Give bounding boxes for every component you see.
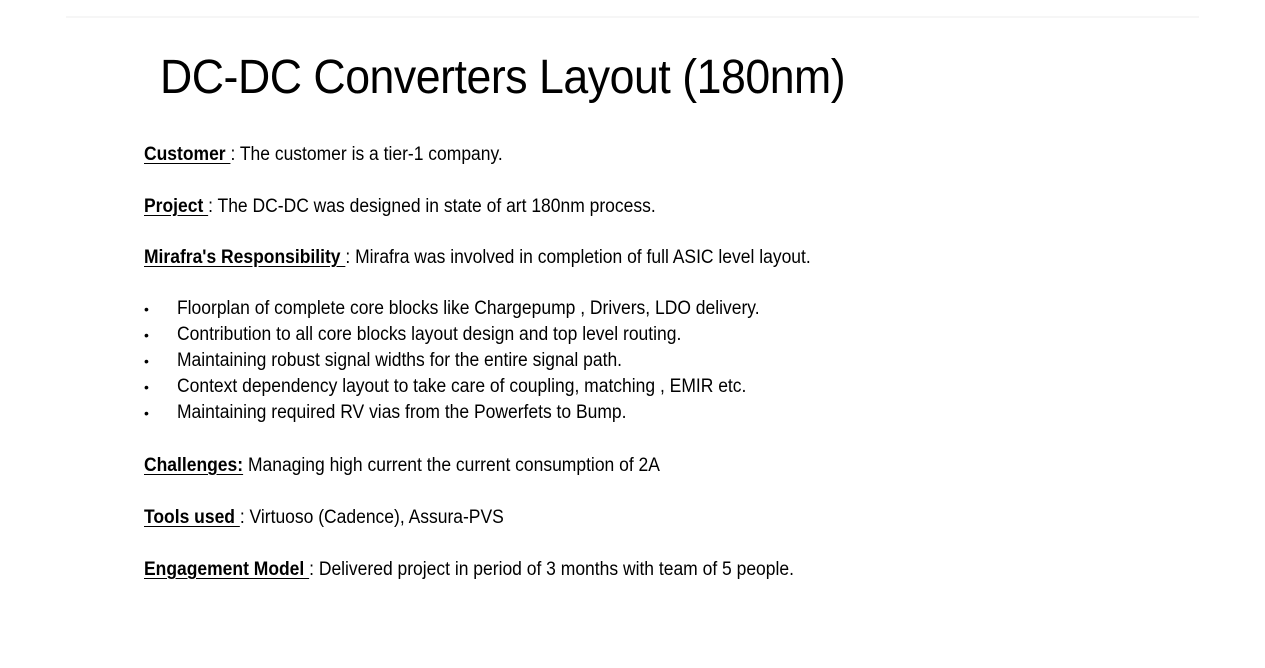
project-text: : The DC-DC was designed in state of art… [208,196,656,217]
engagement-text: : Delivered project in period of 3 month… [309,559,794,580]
bullet-text: Maintaining required RV vias from the Po… [177,402,627,423]
responsibility-text: : Mirafra was involved in completion of … [345,247,811,268]
customer-text: : The customer is a tier-1 company. [230,144,503,165]
tools-text: : Virtuoso (Cadence), Assura-PVS [239,507,504,528]
engagement-label: Engagement Model [144,559,310,580]
challenges-text: Managing high current the current consum… [243,455,660,476]
challenges-label: Challenges: [144,455,244,476]
project-line: Project : The DC-DC was designed in stat… [144,195,656,219]
project-label: Project [144,196,209,217]
bullet-text: Floorplan of complete core blocks like C… [177,298,760,319]
tools-label: Tools used [144,507,240,528]
bullet-text: Context dependency layout to take care o… [177,376,747,397]
customer-label: Customer [144,144,231,165]
top-divider [66,16,1199,18]
slide-title: DC-DC Converters Layout (180nm) [160,51,846,104]
customer-line: Customer : The customer is a tier-1 comp… [144,143,503,167]
bullet-text: Contribution to all core blocks layout d… [177,324,682,345]
tools-line: Tools used : Virtuoso (Cadence), Assura-… [144,506,504,530]
challenges-line: Challenges: Managing high current the cu… [144,454,660,478]
bullet-text: Maintaining robust signal widths for the… [177,350,623,371]
bullet-icon: • [144,327,149,343]
bullet-icon: • [144,301,149,317]
engagement-line: Engagement Model : Delivered project in … [144,558,794,582]
bullet-icon: • [144,353,149,369]
bullet-icon: • [144,379,149,395]
responsibility-line: Mirafra's Responsibility : Mirafra was i… [144,246,811,270]
bullet-icon: • [144,405,149,421]
responsibility-label: Mirafra's Responsibility [144,247,346,268]
